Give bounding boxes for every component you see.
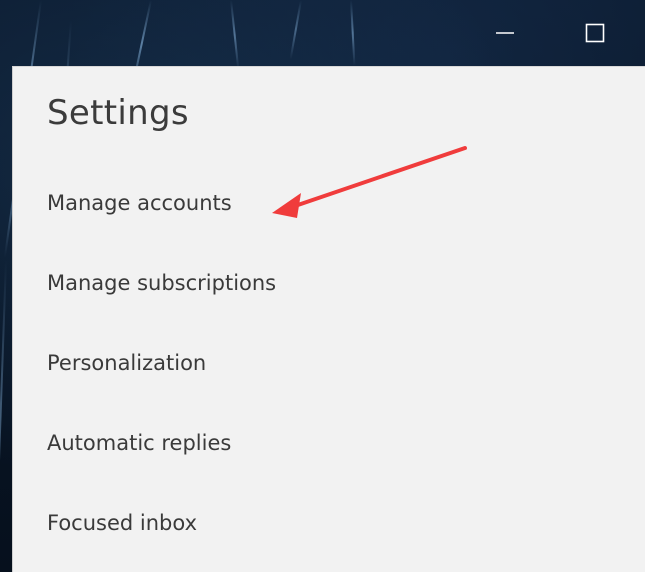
menu-item-manage-subscriptions[interactable]: Manage subscriptions: [47, 263, 276, 303]
settings-title: Settings: [47, 93, 189, 133]
menu-item-focused-inbox[interactable]: Focused inbox: [47, 503, 197, 543]
maximize-icon: [585, 23, 605, 43]
settings-panel: Settings Manage accounts Manage subscrip…: [12, 66, 645, 572]
menu-item-automatic-replies[interactable]: Automatic replies: [47, 423, 231, 463]
menu-item-manage-accounts[interactable]: Manage accounts: [47, 183, 232, 223]
minimize-icon: [496, 32, 514, 34]
screen: Settings Manage accounts Manage subscrip…: [0, 0, 645, 572]
window-controls: [365, 0, 645, 66]
minimize-button[interactable]: [480, 10, 530, 56]
menu-item-personalization[interactable]: Personalization: [47, 343, 206, 383]
maximize-button[interactable]: [570, 10, 620, 56]
